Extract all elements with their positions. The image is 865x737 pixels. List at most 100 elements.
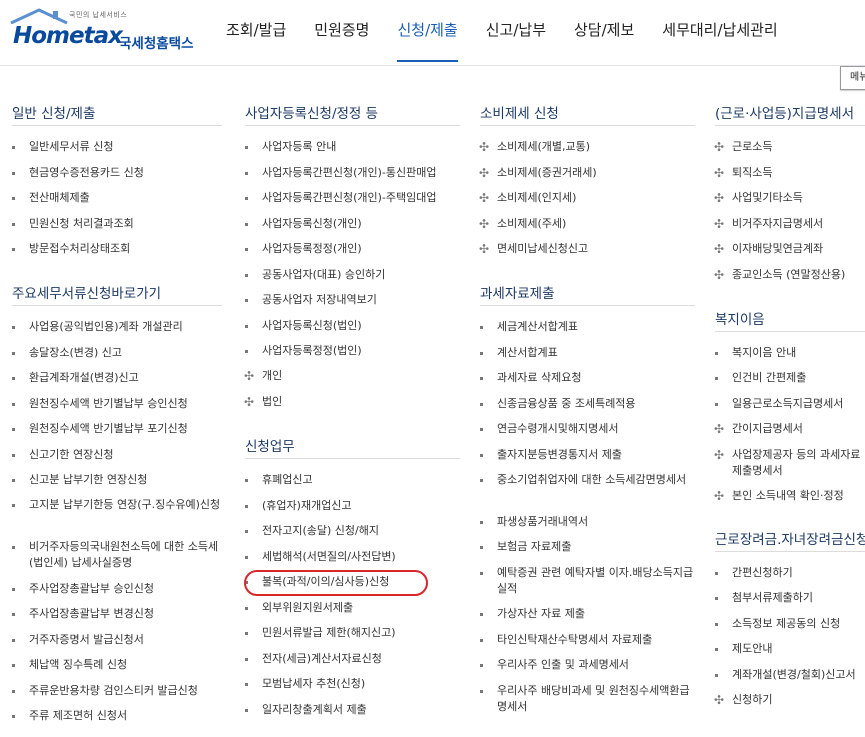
expand-link[interactable]: ✣ 사업장제공자 등의 과세자료제출명세서 [714, 447, 865, 479]
menu-link[interactable]: 공동사업자 저장내역보기 [245, 292, 377, 308]
expand-link[interactable]: ✣ 소비제세(주세) [479, 216, 566, 232]
menu-link[interactable]: 보험금 자료제출 [480, 539, 571, 555]
expand-link[interactable]: ✣ 간이지급명세서 [714, 421, 803, 437]
menu-button[interactable]: 메뉴 [840, 66, 865, 90]
menu-link[interactable]: 간편신청하기 [715, 565, 793, 581]
menu-link[interactable]: 첨부서류제출하기 [715, 590, 813, 606]
menu-link[interactable]: 계좌개설(변경/철회)신고서 [715, 667, 856, 683]
expand-link[interactable]: ✣ 근로소득 [714, 139, 772, 155]
menu-link[interactable]: 공동사업자(대표) 승인하기 [245, 267, 385, 283]
nav-application-submission[interactable]: 신청/제출 [397, 22, 459, 62]
menu-link[interactable]: 세금계산서합계표 [480, 319, 578, 335]
nav-report-payment[interactable]: 신고/납부 [486, 22, 546, 38]
menu-link[interactable]: 신고기한 연장신청 [12, 447, 113, 463]
menu-link[interactable]: 예탁증권 관련 예탁자별 이자.배당소득지급 실적 [480, 565, 695, 597]
menu-link[interactable]: 신종금융상품 중 조세특례적용 [480, 396, 636, 412]
expand-link[interactable]: ✣ 퇴직소득 [714, 165, 772, 181]
menu-link[interactable]: 주사업장총괄납부 변경신청 [12, 606, 154, 622]
expand-link[interactable]: ✣ 소비제세(증권거래세) [479, 165, 597, 181]
menu-link[interactable]: 거주자증명서 발급신청서 [12, 632, 144, 648]
menu-link[interactable]: 전자고지(송달) 신청/해지 [245, 523, 379, 539]
expand-link[interactable]: ✣ 소비제세(인지세) [479, 190, 576, 206]
bullet-icon [245, 197, 248, 200]
expand-link[interactable]: ✣ 이자배당및연금계좌 [714, 241, 823, 257]
expand-link[interactable]: ✣ 개인 [244, 368, 282, 384]
menu-link[interactable]: 타인신탁재산수탁명세서 자료제출 [480, 632, 652, 648]
nav-civil-certificate[interactable]: 민원증명 [314, 22, 369, 38]
menu-link[interactable]: 출자지분등변경통지서 제출 [480, 447, 622, 463]
expand-link[interactable]: ✣ 종교인소득 (연말정산용) [714, 267, 845, 283]
menu-link[interactable]: 사업자등록정정(개인) [245, 241, 362, 257]
red-circle-annotation [244, 570, 428, 596]
menu-link[interactable]: 중소기업취업자에 대한 소득세감면명세서 [480, 472, 695, 488]
bullet-icon [12, 326, 15, 329]
menu-link[interactable]: 인건비 간편제출 [715, 370, 806, 386]
nav-inquiry-issue[interactable]: 조회/발급 [226, 22, 286, 38]
expand-link[interactable]: ✣ 사업및기타소득 [714, 190, 803, 206]
menu-link[interactable]: 신고분 납부기한 연장신청 [12, 472, 147, 488]
menu-link[interactable]: 복지이음 안내 [715, 345, 796, 361]
section-divider [12, 125, 222, 126]
bullet-icon [480, 521, 483, 524]
menu-link[interactable]: 일반세무서류 신청 [12, 139, 113, 155]
menu-link[interactable]: 방문접수처리상태조회 [12, 241, 130, 257]
menu-link[interactable]: 사업자등록신청(개인) [245, 216, 362, 232]
menu-link[interactable]: 현금영수증전용카드 신청 [12, 165, 144, 181]
menu-link[interactable]: 세법해석(서면질의/사전답변) [245, 549, 396, 565]
menu-link[interactable]: 외부위원지원서제출 [245, 600, 353, 616]
menu-link[interactable]: 전산매체제출 [12, 190, 90, 206]
menu-link[interactable]: 파생상품거래내역서 [480, 514, 588, 530]
menu-link[interactable]: 사업자등록간편신청(개인)-주택임대업 [245, 190, 436, 206]
menu-link[interactable]: 휴폐업신고 [245, 472, 313, 488]
expand-link[interactable]: ✣ 소비제세(개별,교통) [479, 139, 590, 155]
menu-link[interactable]: 소득정보 제공동의 신청 [715, 616, 840, 632]
menu-link[interactable]: 제도안내 [715, 641, 772, 657]
menu-link[interactable]: 주사업장총괄납부 승인신청 [12, 581, 154, 597]
menu-link[interactable]: 비거주자등의국내원천소득에 대한 소득세(법인세) 납세사실증명 [12, 539, 222, 571]
bullet-icon [715, 352, 718, 355]
expand-link[interactable]: ✣ 신청하기 [714, 692, 772, 708]
logo-tagline: 국민의 납세서비스 [69, 11, 128, 19]
menu-link[interactable]: 주류 제조면허 신청서 [12, 708, 127, 724]
bullet-icon [715, 597, 718, 600]
menu-link[interactable]: 원천징수세액 반기별납부 포기신청 [12, 421, 188, 437]
expand-link[interactable]: ✣ 법인 [244, 394, 282, 410]
plus-icon: ✣ [479, 166, 490, 180]
menu-link[interactable]: 사업자등록정정(법인) [245, 343, 362, 359]
menu-link[interactable]: 계산서합계표 [480, 345, 558, 361]
menu-link[interactable]: 우리사주 인출 및 과세명세서 [480, 657, 629, 673]
menu-link[interactable]: 사업자등록신청(법인) [245, 318, 362, 334]
section-divider [715, 331, 865, 332]
nav-consult-report[interactable]: 상담/제보 [574, 22, 634, 38]
menu-link[interactable]: 모범납세자 추천(신청) [245, 676, 365, 692]
section-divider [715, 551, 865, 552]
menu-link[interactable]: 민원서류발급 제한(해지신고) [245, 625, 396, 641]
menu-link[interactable]: 고지분 납부기한등 연장(구.징수유예)신청 [12, 497, 222, 513]
menu-link[interactable]: 사업자등록간편신청(개인)-통신판매업 [245, 165, 436, 181]
menu-link[interactable]: 우리사주 배당비과세 및 원천징수세액환급명세서 [480, 683, 695, 715]
menu-link[interactable]: 주류운반용차량 검인스티커 발급신청 [12, 683, 198, 699]
expand-link[interactable]: ✣ 본인 소득내역 확인·정정 [714, 488, 844, 504]
menu-link[interactable]: 원천징수세액 반기별납부 승인신청 [12, 396, 188, 412]
menu-link[interactable]: 체납액 징수특례 신청 [12, 657, 127, 673]
menu-link[interactable]: (휴업자)재개업신고 [245, 498, 352, 514]
bullet-icon [12, 352, 15, 355]
expand-link[interactable]: ✣ 비거주자지급명세서 [714, 216, 823, 232]
nav-tax-agent[interactable]: 세무대리/납세관리 [662, 22, 777, 38]
menu-link[interactable]: 사업용(공익법인용)계좌 개설관리 [12, 319, 183, 335]
menu-link[interactable]: 가상자산 자료 제출 [480, 606, 585, 622]
menu-link[interactable]: 민원신청 처리결과조회 [12, 216, 134, 232]
menu-link[interactable]: 과세자료 삭제요청 [480, 370, 581, 386]
menu-link[interactable]: 송달장소(변경) 신고 [12, 345, 122, 361]
menu-link[interactable]: 일자리창출계획서 제출 [245, 702, 367, 718]
bullet-icon [12, 146, 15, 149]
menu-link[interactable]: 전자(세금)계산서자료신청 [245, 651, 382, 667]
menu-link[interactable]: 사업자등록 안내 [245, 139, 336, 155]
section-title: 신청업무 [245, 439, 295, 455]
menu-link[interactable]: 일용근로소득지급명세서 [715, 396, 843, 412]
expand-link[interactable]: ✣ 면세미납세신청신고 [479, 241, 588, 257]
hometax-logo[interactable]: 국민의 납세서비스 Hometax 국세청홈택스 [9, 8, 214, 54]
menu-link[interactable]: 연금수령개시및해지명세서 [480, 421, 618, 437]
section-divider [715, 125, 865, 126]
menu-link[interactable]: 환급계좌개설(변경)신고 [12, 370, 139, 386]
